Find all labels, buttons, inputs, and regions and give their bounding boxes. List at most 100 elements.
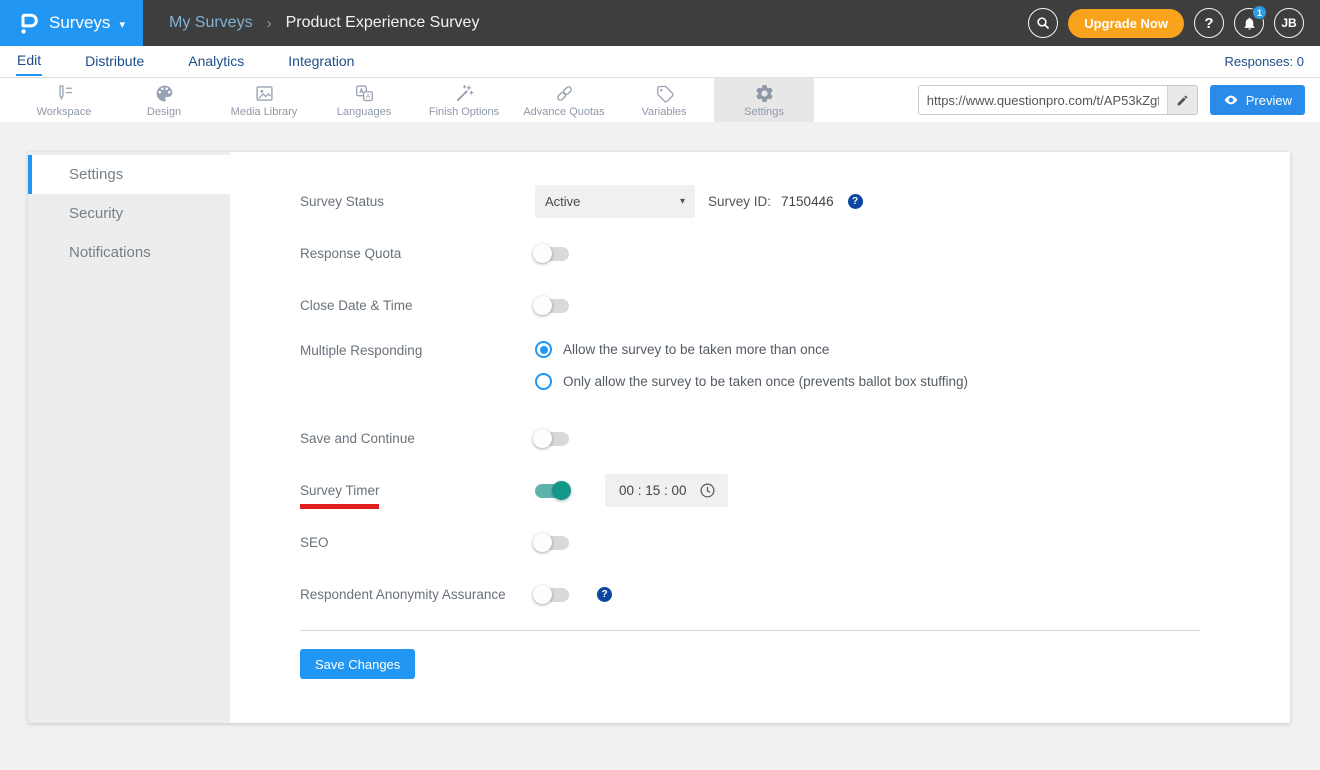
app-switcher-label: Surveys — [49, 13, 111, 32]
toolbar-item-media-library[interactable]: Media Library — [214, 78, 314, 122]
preview-button[interactable]: Preview — [1209, 85, 1305, 115]
radio-option-label: Allow the survey to be taken more than o… — [563, 342, 830, 357]
magic-wand-icon — [456, 84, 473, 101]
app-switcher[interactable]: Surveys ▾ — [0, 0, 143, 46]
avatar-initials: JB — [1281, 16, 1297, 30]
row-save-and-continue: Save and Continue — [300, 422, 1290, 455]
toolbar-item-design[interactable]: Design — [114, 78, 214, 122]
search-icon — [1037, 17, 1050, 29]
questionpro-logo-icon — [21, 13, 38, 34]
respondent-anonymity-label: Respondent Anonymity Assurance — [300, 587, 506, 602]
image-icon — [255, 85, 273, 101]
help-button[interactable]: ? — [1194, 8, 1224, 38]
chevron-down-icon: ▾ — [119, 18, 125, 31]
toolbar-item-finish-options[interactable]: Finish Options — [414, 78, 514, 122]
survey-timer-label: Survey Timer — [300, 483, 535, 509]
eye-icon — [1224, 95, 1238, 105]
row-multiple-responding: Multiple Responding Allow the survey to … — [300, 341, 1290, 390]
seo-label: SEO — [300, 535, 329, 550]
radio-option-only-once[interactable]: Only allow the survey to be taken once (… — [535, 373, 968, 390]
question-mark-icon: ? — [1204, 14, 1214, 32]
close-date-toggle[interactable] — [533, 296, 569, 315]
survey-nav: Edit Distribute Analytics Integration Re… — [0, 46, 1320, 78]
survey-id-meta: Survey ID: 7150446 ? — [708, 194, 863, 209]
close-date-label: Close Date & Time — [300, 298, 413, 313]
toolbar-item-advance-quotas[interactable]: Advance Quotas — [514, 78, 614, 122]
survey-status-value: Active — [545, 194, 581, 209]
sidebar-item-label: Security — [69, 205, 124, 222]
response-quota-label: Response Quota — [300, 246, 402, 261]
gear-icon — [755, 84, 773, 102]
sidebar-item-label: Notifications — [69, 244, 151, 261]
preview-label: Preview — [1245, 92, 1292, 108]
survey-url-input[interactable] — [918, 92, 1167, 108]
pencil-icon — [1177, 95, 1188, 105]
edit-url-button[interactable] — [1166, 86, 1197, 114]
survey-url-box — [917, 85, 1198, 115]
chain-link-icon — [556, 85, 572, 101]
settings-form: Survey Status Active ▾ Survey ID: 715044… — [230, 152, 1290, 723]
survey-timer-duration-field[interactable]: 00 : 15 : 00 — [605, 474, 728, 507]
toolbar-item-settings[interactable]: Settings — [714, 78, 814, 122]
toolbar-label: Workspace — [36, 105, 92, 118]
tab-analytics[interactable]: Analytics — [187, 48, 245, 75]
survey-timer-label-text: Survey Timer — [300, 483, 380, 498]
save-changes-button[interactable]: Save Changes — [300, 649, 416, 679]
multiple-responding-options: Allow the survey to be taken more than o… — [535, 341, 968, 390]
save-and-continue-label: Save and Continue — [300, 431, 415, 446]
radio-button[interactable] — [535, 373, 552, 390]
tab-distribute[interactable]: Distribute — [84, 48, 145, 75]
toolbar-label: Design — [146, 105, 182, 118]
sidebar-item-security[interactable]: Security — [28, 194, 230, 233]
header-actions: Upgrade Now ? 1 JB — [1028, 0, 1320, 46]
survey-id-value: 7150446 — [781, 194, 834, 209]
responses-count: Responses: 0 — [1224, 54, 1305, 69]
save-and-continue-toggle[interactable] — [533, 429, 569, 448]
survey-status-dropdown[interactable]: Active ▾ — [535, 185, 695, 218]
survey-timer-value: 00 : 15 : 00 — [619, 483, 687, 498]
toolbar-item-workspace[interactable]: Workspace — [14, 78, 114, 122]
svg-text:A: A — [365, 93, 370, 100]
row-survey-status: Survey Status Active ▾ Survey ID: 715044… — [300, 185, 1290, 218]
row-survey-timer: Survey Timer 00 : 15 : 00 — [300, 474, 1290, 509]
radio-option-allow-multiple[interactable]: Allow the survey to be taken more than o… — [535, 341, 968, 358]
row-close-date: Close Date & Time — [300, 289, 1290, 322]
translate-icon: A — [355, 84, 373, 101]
radio-button[interactable] — [535, 341, 552, 358]
avatar[interactable]: JB — [1274, 8, 1304, 38]
sidebar-item-notifications[interactable]: Notifications — [28, 233, 230, 272]
toolbar-item-variables[interactable]: Variables — [614, 78, 714, 122]
survey-id-help-icon[interactable]: ? — [847, 194, 863, 209]
clock-icon — [700, 483, 715, 498]
row-respondent-anonymity: Respondent Anonymity Assurance ? — [300, 578, 1290, 611]
response-quota-toggle[interactable] — [533, 244, 569, 263]
seo-toggle[interactable] — [533, 533, 569, 552]
chevron-down-icon: ▾ — [679, 196, 685, 207]
toolbar-label: Variables — [641, 105, 687, 118]
tag-icon — [656, 85, 674, 102]
respondent-anonymity-help-icon[interactable]: ? — [597, 587, 612, 602]
palette-icon — [156, 85, 172, 101]
workspace-icon — [58, 84, 72, 100]
sidebar-item-label: Settings — [69, 166, 124, 183]
breadcrumb: My Surveys › Product Experience Survey — [169, 0, 479, 46]
breadcrumb-current-survey: Product Experience Survey — [285, 14, 480, 31]
sidebar-item-settings[interactable]: Settings — [28, 155, 230, 194]
tab-edit[interactable]: Edit — [16, 47, 43, 76]
toolbar-right: Preview — [917, 78, 1320, 122]
survey-timer-toggle[interactable] — [535, 481, 571, 500]
toolbar-label: Languages — [336, 105, 392, 118]
toolbar-item-languages[interactable]: A Languages — [314, 78, 414, 122]
survey-id-label: Survey ID: — [708, 194, 772, 209]
upgrade-now-button[interactable]: Upgrade Now — [1068, 8, 1184, 38]
toolbar-label: Media Library — [230, 105, 298, 118]
tab-integration[interactable]: Integration — [287, 48, 355, 75]
edit-toolbar: Workspace Design Media Library A Languag… — [0, 78, 1320, 122]
search-button[interactable] — [1028, 8, 1059, 38]
respondent-anonymity-toggle[interactable] — [533, 585, 569, 604]
toolbar-label: Settings — [744, 105, 784, 118]
breadcrumb-my-surveys[interactable]: My Surveys — [169, 14, 253, 32]
notifications-button[interactable]: 1 — [1234, 5, 1267, 38]
row-response-quota: Response Quota — [300, 237, 1290, 270]
row-seo: SEO — [300, 526, 1290, 559]
